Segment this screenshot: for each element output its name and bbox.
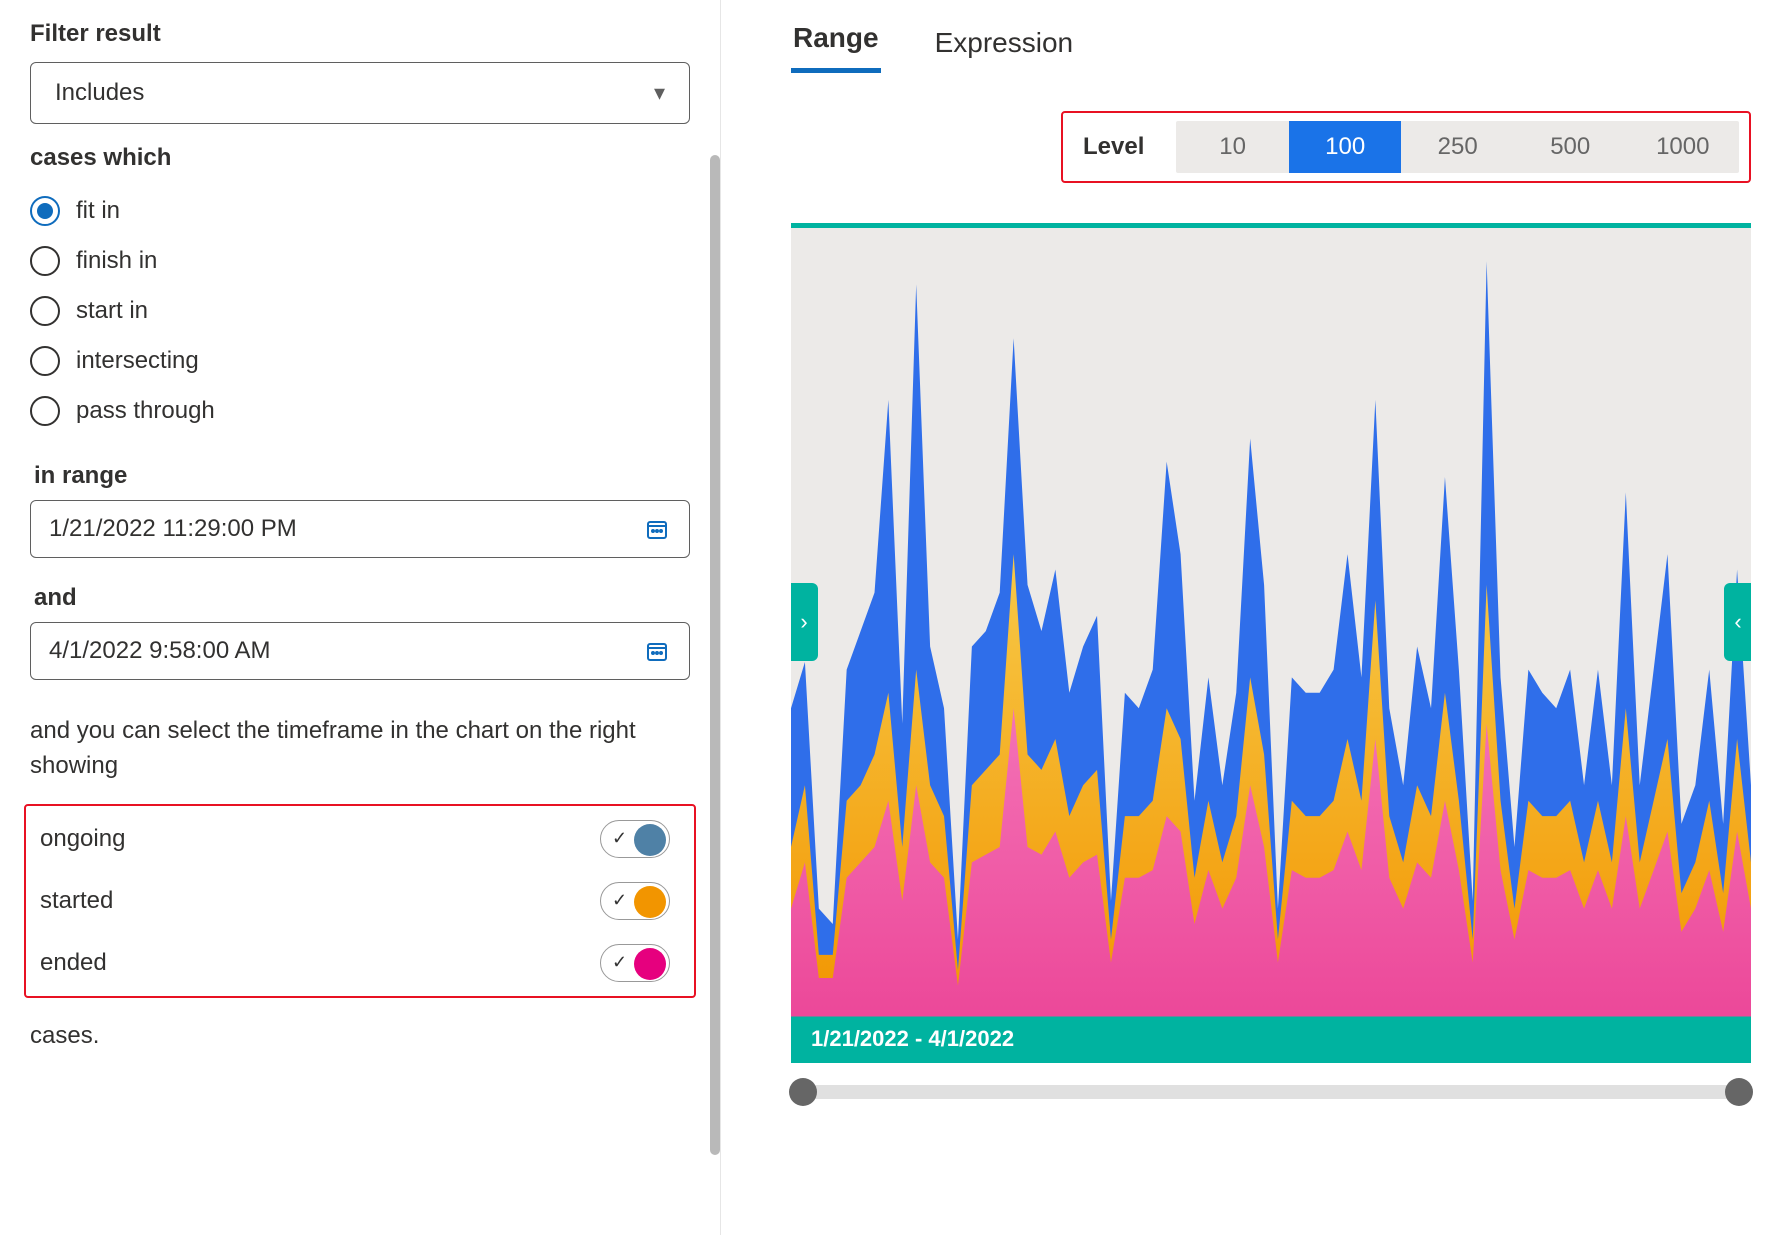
cases-radio-intersecting[interactable]: intersecting (30, 336, 690, 386)
in-range-label: in range (34, 462, 690, 490)
filter-panel: Filter result Includes ▾ cases which fit… (0, 0, 720, 1235)
radio-label: pass through (76, 397, 215, 425)
cases-radio-pass-through[interactable]: pass through (30, 386, 690, 436)
toggle-knob (634, 824, 666, 856)
timeframe-description: and you can select the timeframe in the … (30, 714, 690, 784)
date-from-value: 1/21/2022 11:29:00 PM (49, 515, 297, 543)
toggle-row-ended: ended (40, 944, 670, 982)
radio-icon (30, 246, 60, 276)
level-option-10[interactable]: 10 (1176, 121, 1289, 173)
level-segmented[interactable]: 101002505001000 (1176, 121, 1739, 173)
filter-result-select[interactable]: Includes ▾ (30, 62, 690, 124)
cases-which-label: cases which (30, 144, 690, 172)
radio-label: start in (76, 297, 148, 325)
calendar-icon[interactable] (643, 515, 671, 543)
chart-caption: 1/21/2022 - 4/1/2022 (811, 1026, 1014, 1052)
radio-icon (30, 346, 60, 376)
cases-radio-start-in[interactable]: start in (30, 286, 690, 336)
level-option-1000[interactable]: 1000 (1627, 121, 1740, 173)
toggle-ended[interactable] (600, 944, 670, 982)
filter-result-label: Filter result (30, 20, 690, 48)
level-label: Level (1083, 133, 1144, 161)
toggle-label: started (40, 887, 113, 915)
cases-radio-finish-in[interactable]: finish in (30, 236, 690, 286)
radio-icon (30, 396, 60, 426)
toggle-label: ongoing (40, 825, 125, 853)
chevron-down-icon: ▾ (654, 80, 665, 106)
range-handle-left[interactable]: › (791, 583, 818, 661)
date-to-input[interactable]: 4/1/2022 9:58:00 AM (30, 622, 690, 680)
radio-icon (30, 296, 60, 326)
toggle-knob (634, 948, 666, 980)
radio-label: fit in (76, 197, 120, 225)
trailing-text: cases. (30, 1022, 690, 1050)
toggle-label: ended (40, 949, 107, 977)
radio-label: finish in (76, 247, 157, 275)
chart-tabs: Range Expression (791, 8, 1751, 73)
level-option-250[interactable]: 250 (1401, 121, 1514, 173)
level-option-500[interactable]: 500 (1514, 121, 1627, 173)
and-label: and (34, 584, 690, 612)
date-to-value: 4/1/2022 9:58:00 AM (49, 637, 271, 665)
chart-panel: Range Expression Level 101002505001000 › … (720, 0, 1781, 1235)
cases-radio-group: fit in finish in start in intersecting pass … (30, 186, 690, 436)
tab-expression[interactable]: Expression (933, 13, 1076, 73)
toggle-ongoing[interactable] (600, 820, 670, 858)
cases-radio-fit-in[interactable]: fit in (30, 186, 690, 236)
toggle-row-ongoing: ongoing (40, 820, 670, 858)
radio-icon (30, 196, 60, 226)
level-row: Level 101002505001000 (1061, 111, 1751, 183)
filter-result-value: Includes (55, 79, 144, 107)
scrollbar[interactable] (710, 155, 720, 1155)
range-handle-right[interactable]: ‹ (1724, 583, 1751, 661)
chart[interactable]: › ‹ 1/21/2022 - 4/1/2022 (791, 223, 1751, 1063)
calendar-icon[interactable] (643, 637, 671, 665)
toggle-started[interactable] (600, 882, 670, 920)
date-from-input[interactable]: 1/21/2022 11:29:00 PM (30, 500, 690, 558)
radio-label: intersecting (76, 347, 199, 375)
toggle-row-started: started (40, 882, 670, 920)
toggle-knob (634, 886, 666, 918)
level-option-100[interactable]: 100 (1289, 121, 1402, 173)
chart-wrap: › ‹ 1/21/2022 - 4/1/2022 (791, 223, 1751, 1195)
tab-range[interactable]: Range (791, 8, 881, 73)
series-toggle-group: ongoing started ended (24, 804, 696, 998)
chart-range-slider[interactable] (791, 1085, 1751, 1099)
